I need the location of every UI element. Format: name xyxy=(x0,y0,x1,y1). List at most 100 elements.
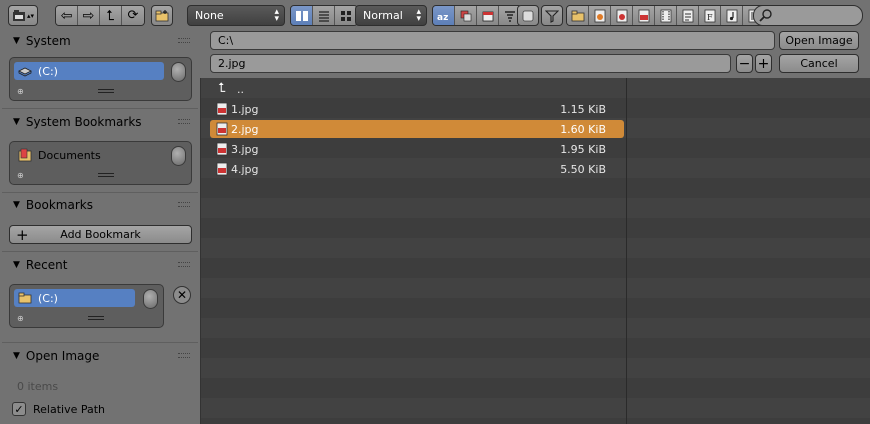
image-file-icon xyxy=(216,142,228,156)
panel-header-open-image[interactable]: ▼ Open Image xyxy=(0,345,200,367)
panel-header-recent[interactable]: ▼ Recent xyxy=(0,254,200,276)
panel-title: Open Image xyxy=(25,349,100,363)
view-mode-group xyxy=(290,5,358,26)
list-item[interactable]: (C:) xyxy=(14,289,135,307)
filename-value: 2.jpg xyxy=(218,57,246,70)
editor-type-button[interactable]: ▴▾ xyxy=(8,5,38,26)
detailed-list-button[interactable] xyxy=(313,6,335,25)
column-separator[interactable] xyxy=(626,78,627,424)
short-list-button[interactable] xyxy=(291,6,313,25)
filter-toggle[interactable] xyxy=(541,5,563,26)
cancel-button[interactable]: Cancel xyxy=(779,54,859,73)
resize-handle[interactable] xyxy=(98,89,114,93)
drag-grip-icon[interactable] xyxy=(178,353,190,358)
show-hidden-toggle[interactable] xyxy=(517,5,539,26)
panel-title: Recent xyxy=(25,258,68,272)
hidden-icon xyxy=(522,10,534,21)
thumbnail-size-value: Normal xyxy=(363,9,403,22)
open-image-button[interactable]: Open Image xyxy=(779,31,859,50)
file-name: 2.jpg xyxy=(231,122,259,136)
parent-dir-row[interactable]: ⮤ .. xyxy=(210,80,624,98)
drag-grip-icon[interactable] xyxy=(178,38,190,43)
drag-grip-icon[interactable] xyxy=(178,202,190,207)
file-size: 1.15 KiB xyxy=(560,102,606,116)
file-row[interactable]: 4.jpg 5.50 KiB xyxy=(210,160,624,178)
forward-button[interactable]: ⇨ xyxy=(78,6,100,25)
file-row-selected[interactable]: 2.jpg 1.60 KiB xyxy=(210,120,624,138)
filter-images-button[interactable] xyxy=(633,6,655,25)
detailed-list-icon xyxy=(318,10,329,22)
list-scroll-knob[interactable] xyxy=(143,289,158,309)
thumbnail-icon xyxy=(341,10,351,21)
filter-folders-button[interactable] xyxy=(567,6,589,25)
new-folder-button[interactable] xyxy=(151,5,173,26)
parent-button[interactable]: ⮤ xyxy=(100,6,122,25)
folder-icon xyxy=(18,292,32,304)
script-icon xyxy=(682,9,693,22)
filter-icon xyxy=(545,9,559,23)
back-button[interactable]: ⇦ xyxy=(56,6,78,25)
close-icon: ✕ xyxy=(176,288,188,302)
refresh-button[interactable]: ⟳ xyxy=(122,6,144,25)
relative-path-option[interactable]: ✓ Relative Path xyxy=(12,402,105,416)
relative-path-label: Relative Path xyxy=(33,402,106,416)
filter-fonts-button[interactable]: F xyxy=(699,6,721,25)
drag-grip-icon[interactable] xyxy=(178,119,190,124)
font-icon: F xyxy=(704,9,715,22)
drag-grip-icon[interactable] xyxy=(178,262,190,267)
movie-icon xyxy=(660,9,671,22)
sort-time-button[interactable] xyxy=(477,6,499,25)
thumbnail-button[interactable] xyxy=(335,6,357,25)
divider xyxy=(2,251,198,252)
file-row[interactable]: 1.jpg 1.15 KiB xyxy=(210,100,624,118)
directory-field[interactable]: C:\ xyxy=(210,31,775,50)
collapse-triangle-icon: ▼ xyxy=(13,200,20,210)
refresh-icon: ⟳ xyxy=(127,8,139,23)
panel-header-system[interactable]: ▼ System xyxy=(0,30,200,52)
relative-path-checkbox[interactable]: ✓ xyxy=(12,402,26,416)
cancel-label: Cancel xyxy=(800,57,838,70)
list-item[interactable]: (C:) xyxy=(14,62,164,80)
file-name: 1.jpg xyxy=(231,102,259,116)
image-file-icon xyxy=(216,162,228,176)
plus-icon: ⊕ xyxy=(17,314,24,323)
file-size: 1.60 KiB xyxy=(560,122,606,136)
increment-button[interactable]: + xyxy=(755,54,772,73)
search-input[interactable] xyxy=(753,5,863,26)
filter-movies-button[interactable] xyxy=(655,6,677,25)
panel-header-system-bookmarks[interactable]: ▼ System Bookmarks xyxy=(0,111,200,133)
list-item-label: (C:) xyxy=(38,291,58,305)
resize-handle[interactable] xyxy=(98,173,114,177)
sort-alpha-button[interactable]: az xyxy=(433,6,455,25)
filename-field[interactable]: 2.jpg xyxy=(210,54,731,73)
clear-recent-button[interactable]: ✕ xyxy=(173,286,191,304)
plus-icon: ⊕ xyxy=(17,171,24,180)
list-scroll-knob[interactable] xyxy=(171,62,186,82)
sort-ext-button[interactable] xyxy=(455,6,477,25)
image-icon xyxy=(638,9,649,22)
new-folder-icon xyxy=(155,9,169,21)
thumbnail-size-select[interactable]: Normal ▴ ▾ xyxy=(355,5,427,26)
svg-text:az: az xyxy=(437,13,448,23)
chevron-updown-icon: ▴ ▾ xyxy=(416,7,421,24)
list-item-label: (C:) xyxy=(38,64,58,78)
image-file-icon xyxy=(216,122,228,136)
decrement-button[interactable]: − xyxy=(736,54,753,73)
filter-scripts-button[interactable] xyxy=(677,6,699,25)
items-count: 0 items xyxy=(17,380,59,393)
system-list: (C:) ⊕ xyxy=(9,57,192,101)
panel-header-bookmarks[interactable]: ▼ Bookmarks xyxy=(0,194,200,216)
filter-sounds-button[interactable] xyxy=(721,6,743,25)
resize-handle[interactable] xyxy=(88,316,104,320)
list-item[interactable]: Documents xyxy=(14,146,164,164)
open-image-label: Open Image xyxy=(785,34,853,47)
filter-backup-button[interactable] xyxy=(611,6,633,25)
sort-ext-icon xyxy=(460,10,471,21)
file-row[interactable]: 3.jpg 1.95 KiB xyxy=(210,140,624,158)
chevron-updown-icon: ▴ ▾ xyxy=(274,7,279,24)
display-mode-select[interactable]: None ▴ ▾ xyxy=(187,5,285,26)
sound-icon xyxy=(726,9,737,22)
add-bookmark-button[interactable]: + Add Bookmark xyxy=(9,225,192,244)
filter-blend-button[interactable] xyxy=(589,6,611,25)
list-scroll-knob[interactable] xyxy=(171,146,186,166)
